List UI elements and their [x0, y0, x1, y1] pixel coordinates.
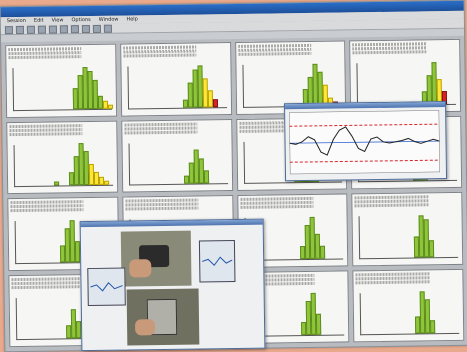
tile-header	[121, 43, 230, 60]
print-icon[interactable]	[37, 25, 46, 34]
application-window: Session Edit View Options Window Help	[0, 0, 467, 352]
menu-edit[interactable]: Edit	[34, 18, 44, 24]
help-icon[interactable]	[103, 24, 112, 33]
histogram-plot	[359, 291, 460, 336]
histogram-bar	[107, 104, 114, 109]
grid-icon[interactable]	[92, 24, 101, 33]
new-icon[interactable]	[4, 25, 13, 34]
menu-session[interactable]: Session	[7, 18, 26, 24]
tile-header	[238, 194, 347, 211]
open-icon[interactable]	[15, 25, 24, 34]
tile-header	[354, 269, 463, 286]
paste-icon[interactable]	[70, 24, 79, 33]
histogram-bar	[319, 245, 325, 259]
histogram-bar	[315, 313, 321, 335]
histogram-bar	[104, 180, 110, 185]
histogram-tile[interactable]	[5, 43, 117, 118]
histogram-tile[interactable]	[120, 118, 233, 193]
chart-icon[interactable]	[81, 24, 90, 33]
menu-help[interactable]: Help	[126, 16, 137, 22]
histogram-tile[interactable]	[6, 120, 118, 195]
tile-header	[122, 120, 231, 137]
save-icon[interactable]	[26, 25, 35, 34]
histogram-plot	[128, 141, 228, 186]
histogram-bar	[429, 239, 435, 257]
menu-window[interactable]: Window	[99, 17, 119, 23]
histogram-tile[interactable]	[119, 42, 232, 117]
tile-header	[236, 41, 345, 58]
cut-icon[interactable]	[48, 24, 57, 34]
tile-header	[6, 45, 115, 62]
histogram-plot	[241, 63, 342, 108]
video-window-title-bar[interactable]	[80, 219, 263, 228]
tile-header	[8, 198, 117, 215]
video-capture-window[interactable]	[79, 218, 266, 352]
copy-icon[interactable]	[59, 24, 68, 33]
histogram-plot	[127, 64, 227, 109]
histogram-bar	[54, 181, 60, 186]
histogram-plot	[12, 66, 114, 111]
histogram-bar	[212, 98, 218, 107]
histogram-plot	[356, 61, 457, 106]
histogram-bar	[203, 170, 209, 184]
histogram-bar	[430, 320, 436, 334]
trend-chart	[289, 110, 440, 175]
tile-header	[123, 196, 232, 213]
mini-trend-panel-right	[198, 240, 236, 283]
tile-header	[350, 40, 459, 57]
photo-hand-gauge	[120, 230, 192, 287]
trend-chart-window[interactable]	[283, 101, 448, 182]
histogram-tile[interactable]	[352, 268, 465, 343]
tile-header	[7, 121, 116, 138]
mini-trend-panel-left	[87, 267, 126, 307]
menu-view[interactable]: View	[52, 17, 64, 23]
menu-options[interactable]: Options	[71, 17, 90, 23]
trend-window-title-bar[interactable]	[285, 102, 446, 110]
photo-caliper-measurement	[126, 288, 200, 346]
histogram-plot	[13, 143, 113, 188]
histogram-tile[interactable]	[351, 191, 464, 266]
tile-header	[353, 193, 462, 210]
histogram-plot	[358, 214, 459, 259]
